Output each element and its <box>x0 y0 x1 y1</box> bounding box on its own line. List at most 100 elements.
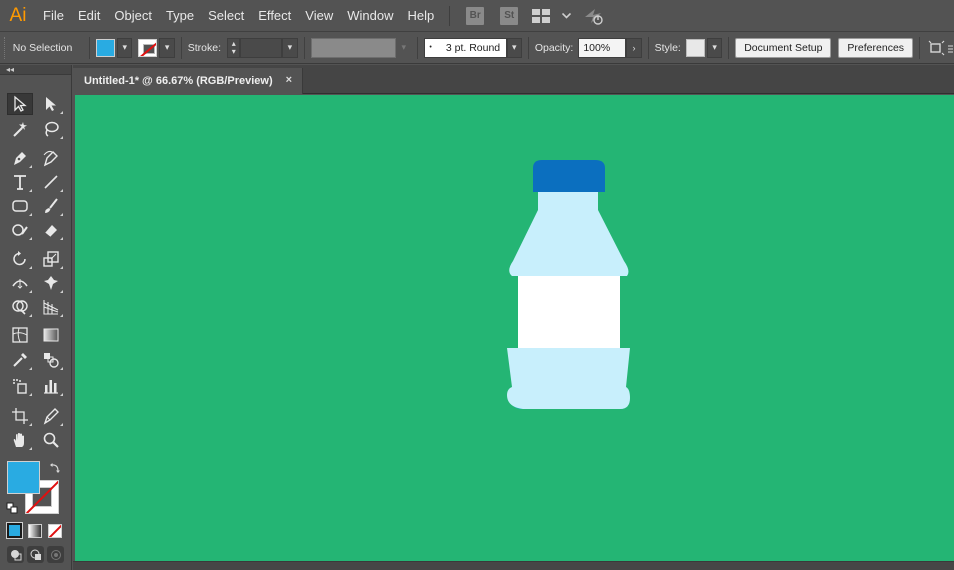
document-tab[interactable]: Untitled-1* @ 66.67% (RGB/Preview) × <box>73 68 303 94</box>
type-tool-icon[interactable] <box>7 171 33 193</box>
bottle-cap <box>533 160 605 192</box>
fill-color-swatch[interactable] <box>96 38 116 57</box>
puppet-warp-tool-icon[interactable] <box>38 272 64 294</box>
arrange-documents-icon[interactable] <box>928 40 946 56</box>
menu-type[interactable]: Type <box>159 0 201 31</box>
menu-window[interactable]: Window <box>340 0 400 31</box>
profile-dropdown[interactable]: ▾ <box>396 37 412 58</box>
zoom-tool-icon[interactable] <box>38 429 64 451</box>
bottle-label <box>518 276 620 348</box>
default-fill-stroke-icon[interactable] <box>6 502 18 514</box>
bridge-button[interactable]: Br <box>466 6 485 25</box>
brush-definition-value: 3 pt. Round <box>445 41 501 54</box>
chevron-down-icon[interactable] <box>562 12 572 19</box>
color-mode-button[interactable] <box>6 522 23 539</box>
close-icon[interactable]: × <box>286 74 292 86</box>
menu-separator <box>449 5 451 26</box>
scale-tool-icon[interactable] <box>38 248 64 270</box>
perspective-grid-tool-icon[interactable] <box>38 296 64 318</box>
control-separator <box>728 36 730 59</box>
graphic-style-swatch[interactable] <box>685 38 705 57</box>
none-mode-button[interactable] <box>48 524 62 538</box>
rotate-tool-icon[interactable] <box>7 248 33 270</box>
chevron-down-icon: ▾ <box>287 42 293 52</box>
control-separator <box>919 36 920 59</box>
fill-dropdown[interactable]: ▾ <box>117 37 133 58</box>
brush-definition-field[interactable]: • 3 pt. Round <box>424 37 507 58</box>
eraser-tool-icon[interactable] <box>38 219 64 241</box>
gradient-tool-icon[interactable] <box>38 324 64 346</box>
hand-tool-icon[interactable] <box>7 429 33 451</box>
menu-edit[interactable]: Edit <box>71 0 107 31</box>
draw-normal-icon[interactable] <box>7 546 24 563</box>
stroke-weight-field[interactable] <box>240 37 283 58</box>
workspace-layout-icon[interactable] <box>532 8 551 23</box>
menu-file[interactable]: File <box>36 0 71 31</box>
shape-builder-tool-icon[interactable] <box>7 296 33 318</box>
blend-tool-icon[interactable] <box>38 349 64 371</box>
direct-selection-tool-icon[interactable] <box>38 93 64 115</box>
control-separator <box>303 36 305 59</box>
opacity-value: 100% <box>583 41 611 54</box>
stock-button[interactable]: St <box>500 6 519 25</box>
lasso-tool-icon[interactable] <box>38 118 64 140</box>
menu-object[interactable]: Object <box>107 0 159 31</box>
control-separator <box>180 36 182 59</box>
brush-dropdown[interactable]: ▾ <box>506 37 522 58</box>
column-graph-tool-icon[interactable] <box>38 375 64 397</box>
eyedropper-tool-icon[interactable] <box>7 349 33 371</box>
symbol-sprayer-tool-icon[interactable] <box>7 375 33 397</box>
paintbrush-tool-icon[interactable] <box>38 195 64 217</box>
artboard-tool-icon[interactable] <box>7 405 33 427</box>
tools-panel: ◂◂ <box>0 65 72 570</box>
opacity-label[interactable]: Opacity: <box>535 42 574 54</box>
menu-select[interactable]: Select <box>201 0 251 31</box>
tools-panel-collapse[interactable]: ◂◂ <box>0 65 71 75</box>
stroke-weight-dropdown[interactable]: ▾ <box>282 37 298 58</box>
gpu-performance-icon[interactable] <box>583 7 605 25</box>
swap-fill-stroke-icon[interactable] <box>49 462 61 474</box>
fill-color-indicator[interactable] <box>7 461 40 494</box>
menu-effect[interactable]: Effect <box>251 0 298 31</box>
menu-help[interactable]: Help <box>400 0 441 31</box>
horizontal-scrollbar[interactable] <box>73 561 954 570</box>
preferences-button[interactable]: Preferences <box>838 37 914 58</box>
draw-inside-icon[interactable] <box>47 546 64 563</box>
document-setup-button[interactable]: Document Setup <box>735 37 832 58</box>
curvature-tool-icon[interactable] <box>38 147 64 169</box>
brush-dot-icon: • <box>429 44 432 51</box>
document-tab-strip: Untitled-1* @ 66.67% (RGB/Preview) × <box>73 65 954 94</box>
selection-tool-icon[interactable] <box>7 93 33 115</box>
chevron-right-icon: › <box>632 42 636 53</box>
stroke-color-swatch[interactable] <box>138 38 158 57</box>
app-logo: Ai <box>9 4 27 26</box>
stroke-dropdown[interactable]: ▾ <box>159 37 175 58</box>
variable-width-profile[interactable] <box>310 37 397 58</box>
bottle-neck <box>509 188 629 276</box>
control-menu-icon[interactable] <box>948 42 954 54</box>
rectangle-tool-icon[interactable] <box>7 195 33 217</box>
style-dropdown[interactable]: ▾ <box>706 37 723 58</box>
control-bar: No Selection ▾ ▾ Stroke: ▴ ▾ ▾ ▾ • 3 pt. … <box>0 31 954 64</box>
line-segment-tool-icon[interactable] <box>38 171 64 193</box>
control-separator <box>647 36 649 59</box>
draw-behind-icon[interactable] <box>27 546 44 563</box>
gradient-mode-button[interactable] <box>28 524 42 538</box>
opacity-field[interactable]: 100% <box>578 37 627 58</box>
shaper-tool-icon[interactable] <box>7 219 33 241</box>
menu-view[interactable]: View <box>298 0 340 31</box>
control-bar-grip[interactable] <box>4 36 10 59</box>
stroke-weight-stepper[interactable]: ▴ ▾ <box>227 37 241 58</box>
chevron-down-icon: ▾ <box>401 42 407 52</box>
magic-wand-tool-icon[interactable] <box>7 118 33 140</box>
pen-tool-icon[interactable] <box>7 147 33 169</box>
mesh-tool-icon[interactable] <box>7 324 33 346</box>
opacity-flyout[interactable]: › <box>626 37 642 58</box>
control-separator <box>89 36 90 59</box>
menu-bar: Ai File Edit Object Type Select Effect V… <box>0 0 954 31</box>
chevron-down-icon: ▾ <box>511 42 517 52</box>
width-tool-icon[interactable] <box>7 272 33 294</box>
artboard-canvas[interactable] <box>75 95 954 561</box>
bottle-bottom <box>507 348 630 409</box>
slice-tool-icon[interactable] <box>38 405 64 427</box>
